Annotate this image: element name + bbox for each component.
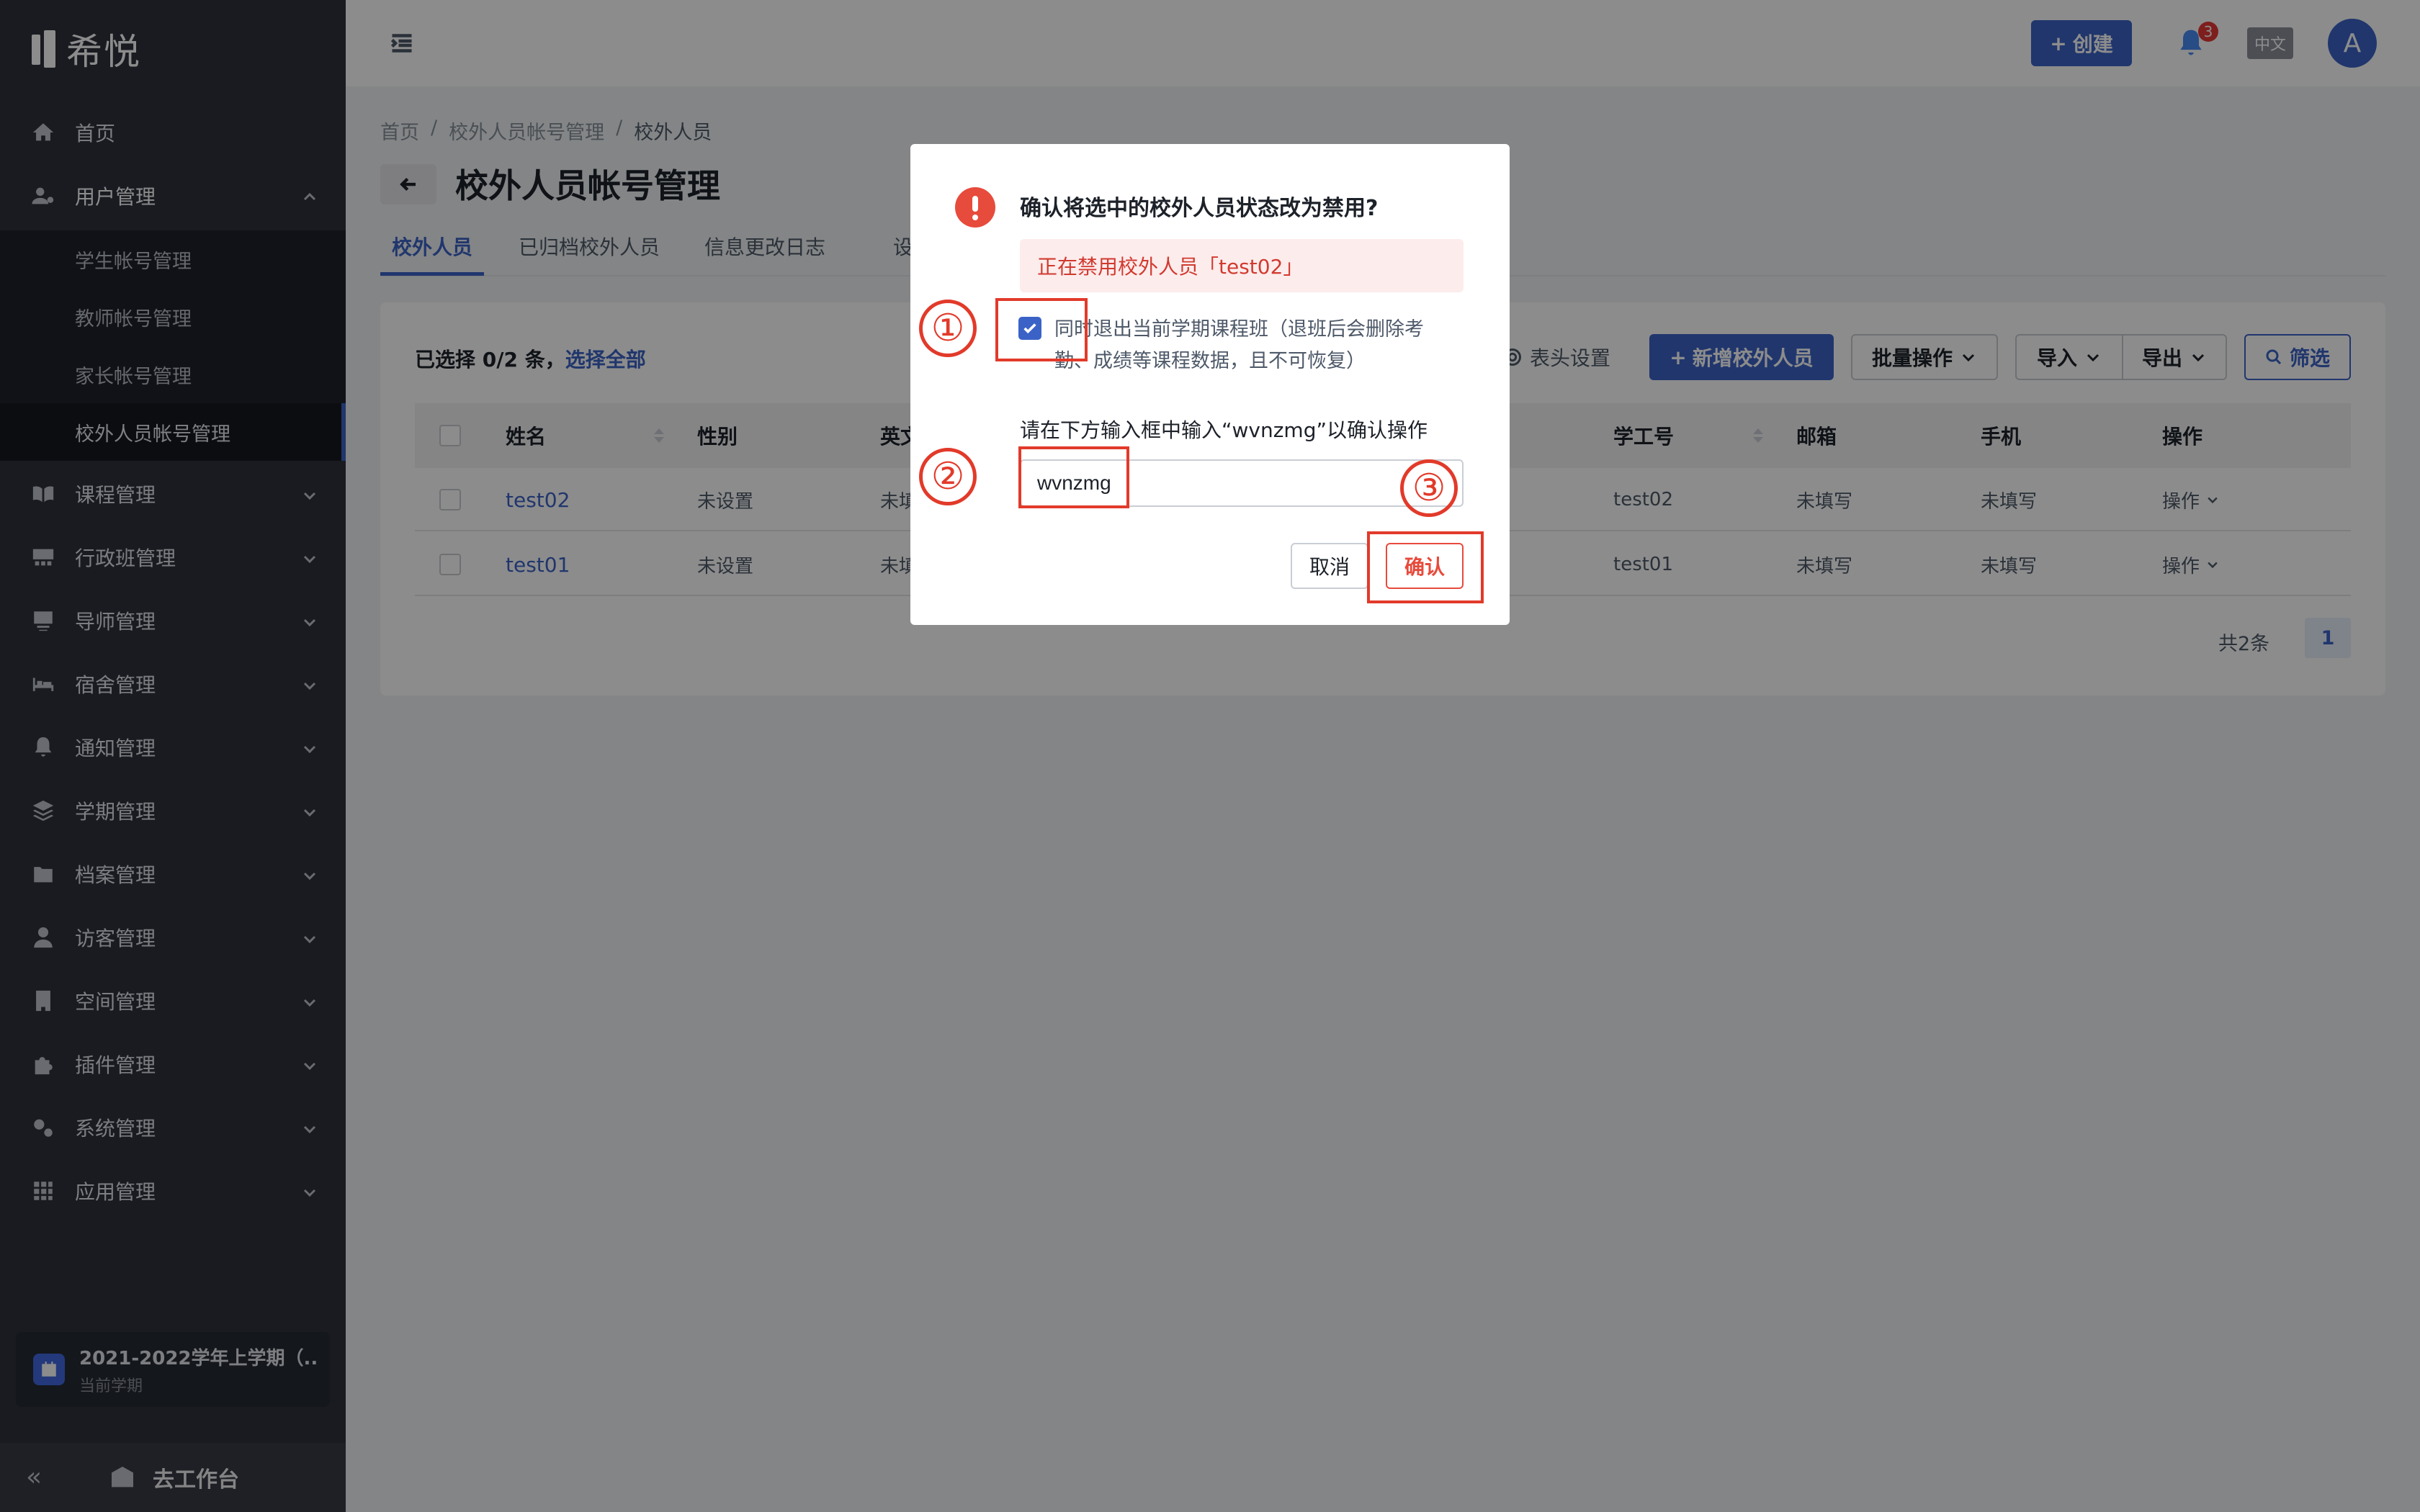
exit-course-checkbox-label[interactable]: 同时退出当前学期课程班（退班后会删除考勤、成绩等课程数据，且不可恢复）	[1054, 314, 1458, 377]
annotation-step1-label: ①	[919, 300, 977, 357]
confirm-prompt: 请在下方输入框中输入“wvnzmg”以确认操作	[1020, 418, 1428, 442]
annotation-step3-label: ③	[1400, 459, 1458, 517]
annotation-box-step2	[1018, 446, 1129, 508]
warning-icon	[955, 187, 995, 228]
dialog-title: 确认将选中的校外人员状态改为禁用?	[1020, 196, 1379, 221]
cancel-button[interactable]: 取消	[1291, 543, 1368, 589]
annotation-box-step3	[1367, 531, 1484, 603]
annotation-box-step1	[995, 298, 1088, 361]
annotation-step2-label: ②	[919, 448, 977, 505]
dialog-alert: 正在禁用校外人员「test02」	[1020, 239, 1464, 292]
